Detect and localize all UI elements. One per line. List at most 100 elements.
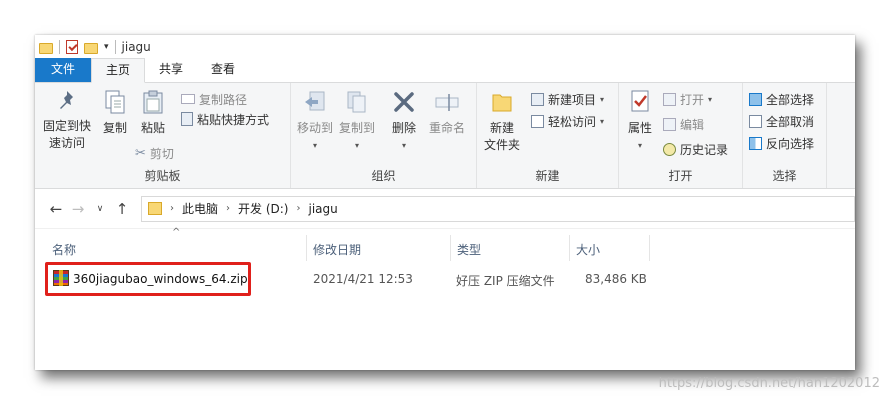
file-row[interactable]: 360jiagubao_windows_64.zip 2021/4/21 12:… — [35, 262, 855, 296]
column-type-header[interactable]: 类型 — [457, 241, 481, 258]
column-divider[interactable] — [569, 235, 570, 261]
copy-icon — [105, 90, 125, 114]
clipboard-group-label: 剪贴板 — [144, 169, 181, 183]
column-headers: ^ 名称 修改日期 类型 大小 — [35, 227, 855, 263]
rename-button[interactable]: 重命名 — [425, 89, 469, 137]
paste-icon — [143, 90, 163, 114]
breadcrumb-this-pc[interactable]: 此电脑 — [182, 200, 218, 217]
new-group: 新建 文件夹 新建项目 ▾ 轻松访问 ▾ 新建 — [477, 83, 619, 188]
easy-access-button[interactable]: 轻松访问 ▾ — [531, 111, 604, 131]
copy-to-label: 复制到 — [338, 121, 375, 135]
paste-button[interactable]: 粘贴 — [135, 89, 171, 137]
delete-label: 删除 — [391, 121, 416, 135]
open-group-label: 打开 — [668, 169, 693, 183]
copy-to-dropdown-icon: ▾ — [354, 141, 359, 150]
delete-button[interactable]: 删除 ▾ — [387, 89, 421, 154]
recent-locations-icon[interactable]: ∨ — [89, 204, 111, 214]
rename-icon — [435, 94, 459, 111]
address-field[interactable]: › 此电脑 › 开发 (D:) › jiagu — [141, 195, 855, 222]
column-divider[interactable] — [649, 235, 650, 261]
history-button[interactable]: 历史记录 — [663, 139, 728, 159]
select-all-button[interactable]: 全部选择 — [749, 89, 814, 109]
up-arrow-icon[interactable]: ↑ — [111, 200, 133, 218]
invert-selection-button[interactable]: 反向选择 — [749, 133, 814, 153]
open-icon — [663, 92, 676, 106]
open-dropdown-icon: ▾ — [708, 94, 713, 104]
open-button[interactable]: 打开 ▾ — [663, 89, 712, 109]
select-none-icon — [749, 114, 762, 128]
properties-button[interactable]: 属性 ▾ — [623, 89, 657, 154]
pin-quick-access-button[interactable]: 固定到快 速访问 — [39, 89, 95, 152]
scissors-icon: ✂ — [135, 145, 146, 161]
properties-dropdown-icon: ▾ — [637, 141, 642, 150]
cut-label: 剪切 — [149, 146, 174, 161]
edit-button[interactable]: 编辑 — [663, 114, 704, 134]
file-type: 好压 ZIP 压缩文件 — [456, 274, 555, 288]
pin-icon — [60, 91, 73, 109]
pin-label-line1: 固定到快 — [42, 119, 91, 133]
select-group-label: 选择 — [772, 169, 797, 183]
column-divider[interactable] — [306, 235, 307, 261]
new-folder-label-line1: 新建 — [489, 121, 514, 135]
select-none-button[interactable]: 全部取消 — [749, 111, 814, 131]
new-item-dropdown-icon: ▾ — [600, 94, 605, 104]
easy-access-dropdown-icon: ▾ — [600, 116, 605, 126]
new-item-label: 新建项目 — [548, 92, 597, 107]
tab-share[interactable]: 共享 — [145, 58, 197, 82]
title-bar: ▾ jiagu — [35, 35, 855, 59]
history-label: 历史记录 — [680, 142, 729, 157]
paste-label: 粘贴 — [140, 121, 165, 135]
window-title: jiagu — [121, 40, 151, 54]
forward-arrow-icon[interactable]: → — [67, 200, 89, 218]
tab-view[interactable]: 查看 — [197, 58, 249, 82]
new-folder-button[interactable]: 新建 文件夹 — [481, 89, 523, 154]
copy-path-icon — [181, 94, 195, 104]
tab-home[interactable]: 主页 — [91, 58, 146, 83]
paste-shortcut-icon — [181, 112, 193, 126]
ribbon: 固定到快 速访问 复制 粘贴 复制路径 粘贴快捷方式 ✂ 剪切 剪贴板 移动到 … — [35, 83, 855, 189]
column-name-header[interactable]: 名称 — [52, 241, 76, 258]
folder-icon — [39, 42, 53, 54]
copy-path-button[interactable]: 复制路径 — [181, 89, 247, 109]
chevron-right-icon: › — [226, 203, 231, 214]
column-divider[interactable] — [450, 235, 451, 261]
invert-selection-label: 反向选择 — [766, 136, 815, 151]
select-all-label: 全部选择 — [766, 92, 815, 107]
customize-quick-access-dropdown-icon[interactable]: ▾ — [104, 42, 109, 52]
address-bar: ← → ∨ ↑ › 此电脑 › 开发 (D:) › jiagu — [35, 189, 855, 229]
select-all-icon — [749, 92, 762, 106]
easy-access-icon — [531, 114, 544, 128]
pin-label-line2: 速访问 — [48, 136, 85, 150]
copy-label: 复制 — [102, 121, 127, 135]
ribbon-tabs: 文件 主页 共享 查看 — [35, 58, 855, 83]
breadcrumb-drive-d[interactable]: 开发 (D:) — [238, 200, 288, 217]
copy-path-label: 复制路径 — [199, 92, 248, 107]
invert-selection-icon — [749, 136, 762, 150]
file-size: 83,486 KB — [585, 272, 647, 286]
new-folder-quick-icon[interactable] — [84, 42, 98, 54]
breadcrumb-jiagu[interactable]: jiagu — [308, 202, 337, 216]
new-item-icon — [531, 92, 544, 106]
new-item-button[interactable]: 新建项目 ▾ — [531, 89, 604, 109]
delete-dropdown-icon: ▾ — [401, 141, 406, 150]
select-none-label: 全部取消 — [766, 114, 815, 129]
copy-to-button[interactable]: 复制到 ▾ — [337, 89, 377, 154]
new-group-label: 新建 — [535, 169, 560, 183]
organize-group-label: 组织 — [371, 169, 396, 183]
cut-button[interactable]: ✂ 剪切 — [135, 143, 174, 163]
file-name[interactable]: 360jiagubao_windows_64.zip — [73, 272, 248, 286]
select-group: 全部选择 全部取消 反向选择 选择 — [743, 83, 827, 188]
move-to-icon — [305, 91, 325, 111]
new-folder-label-line2: 文件夹 — [483, 138, 520, 152]
move-to-dropdown-icon: ▾ — [312, 141, 317, 150]
tab-file[interactable]: 文件 — [35, 58, 92, 82]
back-arrow-icon[interactable]: ← — [45, 200, 67, 218]
copy-button[interactable]: 复制 — [97, 89, 133, 137]
paste-shortcut-button[interactable]: 粘贴快捷方式 — [181, 109, 269, 129]
properties-label: 属性 — [627, 121, 652, 135]
properties-quick-icon[interactable] — [66, 40, 78, 54]
move-to-button[interactable]: 移动到 ▾ — [295, 89, 335, 154]
column-modified-header[interactable]: 修改日期 — [313, 241, 361, 258]
column-size-header[interactable]: 大小 — [576, 241, 600, 258]
watermark-text: https://blog.csdn.net/han1202012 — [658, 376, 880, 391]
